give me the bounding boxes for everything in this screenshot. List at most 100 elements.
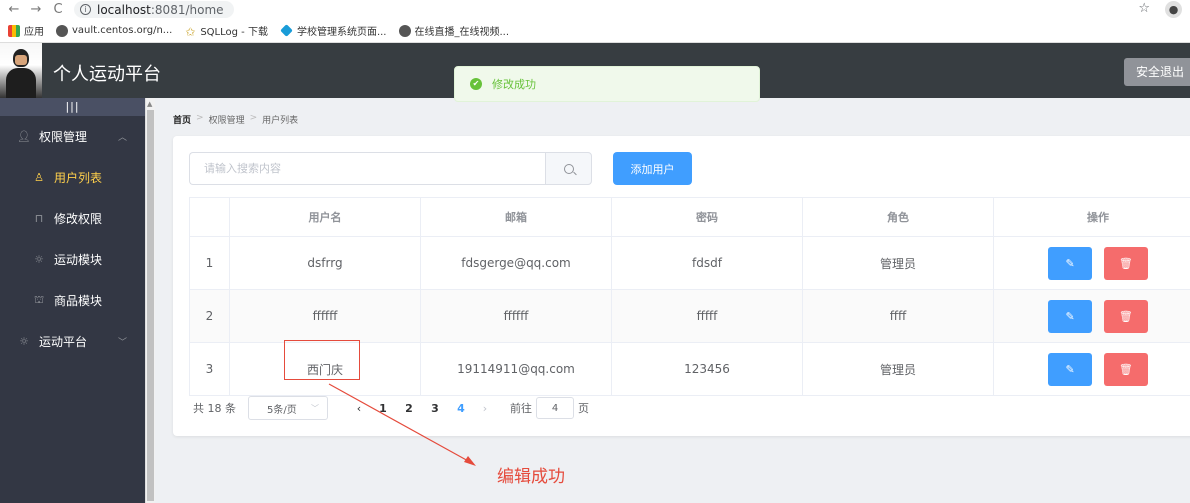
next-page-button[interactable]: › xyxy=(474,402,496,415)
bookmark-label: vault.centos.org/n... xyxy=(72,25,173,36)
sidebar-item-goods-module[interactable]: ⛫ 商品模块 xyxy=(0,280,145,321)
bookmark-live[interactable]: 在线直播_在线视频... xyxy=(398,23,510,38)
pagination-total: 共 18 条 xyxy=(193,402,236,415)
edit-button[interactable]: ✎ xyxy=(1048,352,1093,386)
scroll-up-icon[interactable]: ▲ xyxy=(147,100,152,108)
bookmark-vault[interactable]: vault.centos.org/n... xyxy=(56,24,173,37)
annotation-label: 编辑成功 xyxy=(497,467,565,487)
sun-icon: ☼ xyxy=(19,335,29,348)
globe-icon xyxy=(398,24,411,37)
delete-button[interactable]: 🗑︎ xyxy=(1103,352,1148,386)
goto-label: 前往 xyxy=(510,402,532,415)
bookmark-sqllog[interactable]: ✩ SQLLog - 下载 xyxy=(184,23,268,39)
column-header-password: 密码 xyxy=(611,197,803,237)
column-header-role: 角色 xyxy=(802,197,994,237)
info-icon[interactable]: i xyxy=(80,4,91,15)
scrollbar-thumb[interactable] xyxy=(147,110,154,501)
cell-actions: ✎ 🗑︎ xyxy=(993,236,1190,290)
goto-page-input[interactable] xyxy=(536,397,574,419)
page-button[interactable]: 2 xyxy=(396,402,422,415)
search-input[interactable] xyxy=(189,152,545,185)
prev-page-button[interactable]: ‹ xyxy=(348,402,370,415)
breadcrumb-item: 用户列表 xyxy=(262,116,299,126)
pagination: 共 18 条 5条/页 ﹀ ‹ 1 2 3 4 › 前往 页 xyxy=(193,395,589,421)
success-toast: ✔ 修改成功 xyxy=(454,66,760,102)
cell-role: 管理员 xyxy=(802,342,994,396)
check-circle-icon: ✔ xyxy=(470,78,482,90)
trash-icon: 🗑︎ xyxy=(1118,256,1133,270)
diamond-icon xyxy=(280,24,293,37)
search-button[interactable] xyxy=(545,152,592,185)
page-suffix: 页 xyxy=(578,402,589,415)
delete-button[interactable]: 🗑︎ xyxy=(1103,299,1148,333)
back-icon[interactable]: ← xyxy=(6,2,22,17)
page-button-current[interactable]: 4 xyxy=(448,402,474,415)
chevron-up-icon: ︿ xyxy=(117,133,127,143)
column-header-actions: 操作 xyxy=(993,197,1190,237)
user-table: 用户名 邮箱 密码 角色 操作 1 dsfrrg fdsgerge@qq.com… xyxy=(189,197,1190,396)
sidebar-item-label: 运动模块 xyxy=(54,253,103,267)
breadcrumb-home[interactable]: 首页 xyxy=(173,113,191,126)
breadcrumb-item: 权限管理 xyxy=(208,116,245,126)
breadcrumb: 首页 > 权限管理 > 用户列表 xyxy=(173,113,298,126)
cell-username: ffffff xyxy=(229,289,421,343)
search-icon xyxy=(563,163,574,174)
sidebar-group-sports-platform[interactable]: ☼ 运动平台 ﹀ xyxy=(0,321,145,362)
sidebar-group-permissions[interactable]: 👤︎ 权限管理 ︿ xyxy=(0,116,145,157)
user-icon: 👤︎ xyxy=(17,130,31,143)
edit-button[interactable]: ✎ xyxy=(1048,299,1093,333)
collapse-toggle[interactable]: ||| xyxy=(0,98,145,116)
sidebar-scrollbar[interactable]: ▲ xyxy=(145,98,155,503)
profile-icon[interactable]: ● xyxy=(1165,1,1182,18)
sidebar-item-label: 修改权限 xyxy=(54,212,103,226)
page-button[interactable]: 1 xyxy=(370,402,396,415)
sidebar-item-sports-module[interactable]: ☼ 运动模块 xyxy=(0,239,145,280)
breadcrumb-separator: > xyxy=(249,113,258,123)
bag-icon: ⛫ xyxy=(33,293,45,306)
sidebar-item-label: 商品模块 xyxy=(54,294,103,308)
table-row: 1 dsfrrg fdsgerge@qq.com fdsdf 管理员 ✎ 🗑︎ xyxy=(189,236,1190,290)
cell-role: 管理员 xyxy=(802,236,994,290)
cell-username: dsfrrg xyxy=(229,236,421,290)
cell-password: fffff xyxy=(611,289,803,343)
bookmark-school[interactable]: 学校管理系统页面... xyxy=(280,23,387,38)
bookmark-label: 学校管理系统页面... xyxy=(296,27,387,38)
lock-icon: ⊓ xyxy=(34,212,44,225)
reload-icon[interactable]: C xyxy=(50,2,66,17)
user-list-card: 添加用户 用户名 邮箱 密码 角色 操作 1 dsfrrg fdsgerge@q… xyxy=(173,136,1190,436)
logout-button[interactable]: 安全退出 xyxy=(1124,58,1190,86)
url-path: :8081/home xyxy=(150,2,224,17)
cell-email: ffffff xyxy=(420,289,612,343)
search-group xyxy=(189,152,592,185)
cell-index: 1 xyxy=(189,236,230,290)
edit-icon: ✎ xyxy=(1065,309,1075,323)
chevron-down-icon: ﹀ xyxy=(117,338,127,348)
column-header-index xyxy=(189,197,230,237)
bookmark-apps[interactable]: 应用 xyxy=(8,23,44,38)
person-icon: ♙ xyxy=(34,171,44,184)
cell-actions: ✎ 🗑︎ xyxy=(993,289,1190,343)
trash-icon: 🗑︎ xyxy=(1118,362,1133,376)
bookmark-label: 在线直播_在线视频... xyxy=(414,27,510,38)
sun-icon: ☼ xyxy=(34,253,44,266)
forward-icon[interactable]: → xyxy=(28,2,44,17)
edit-button[interactable]: ✎ xyxy=(1048,246,1093,280)
sidebar-item-label: 用户列表 xyxy=(54,171,103,185)
bookmarks-bar: 应用 vault.centos.org/n... ✩ SQLLog - 下载 学校… xyxy=(0,19,1190,43)
edit-icon: ✎ xyxy=(1065,362,1075,376)
bookmark-star-icon[interactable]: ☆ xyxy=(1138,1,1150,16)
cell-username: 西门庆 xyxy=(229,342,421,396)
sidebar-item-edit-permissions[interactable]: ⊓ 修改权限 xyxy=(0,198,145,239)
trash-icon: 🗑︎ xyxy=(1118,309,1133,323)
delete-button[interactable]: 🗑︎ xyxy=(1103,246,1148,280)
edit-icon: ✎ xyxy=(1065,256,1075,270)
address-bar[interactable]: i localhost :8081/home xyxy=(74,1,234,18)
browser-toolbar: ← → C i localhost :8081/home ☆ ● xyxy=(0,0,1190,19)
page-size-select[interactable]: 5条/页 ﹀ xyxy=(248,396,328,420)
sidebar-item-user-list[interactable]: ♙ 用户列表 xyxy=(0,157,145,198)
cell-actions: ✎ 🗑︎ xyxy=(993,342,1190,396)
add-user-button[interactable]: 添加用户 xyxy=(613,152,692,185)
page-button[interactable]: 3 xyxy=(422,402,448,415)
sidebar-group-label: 运动平台 xyxy=(39,335,88,349)
page-jumper: 前往 页 xyxy=(510,397,589,419)
